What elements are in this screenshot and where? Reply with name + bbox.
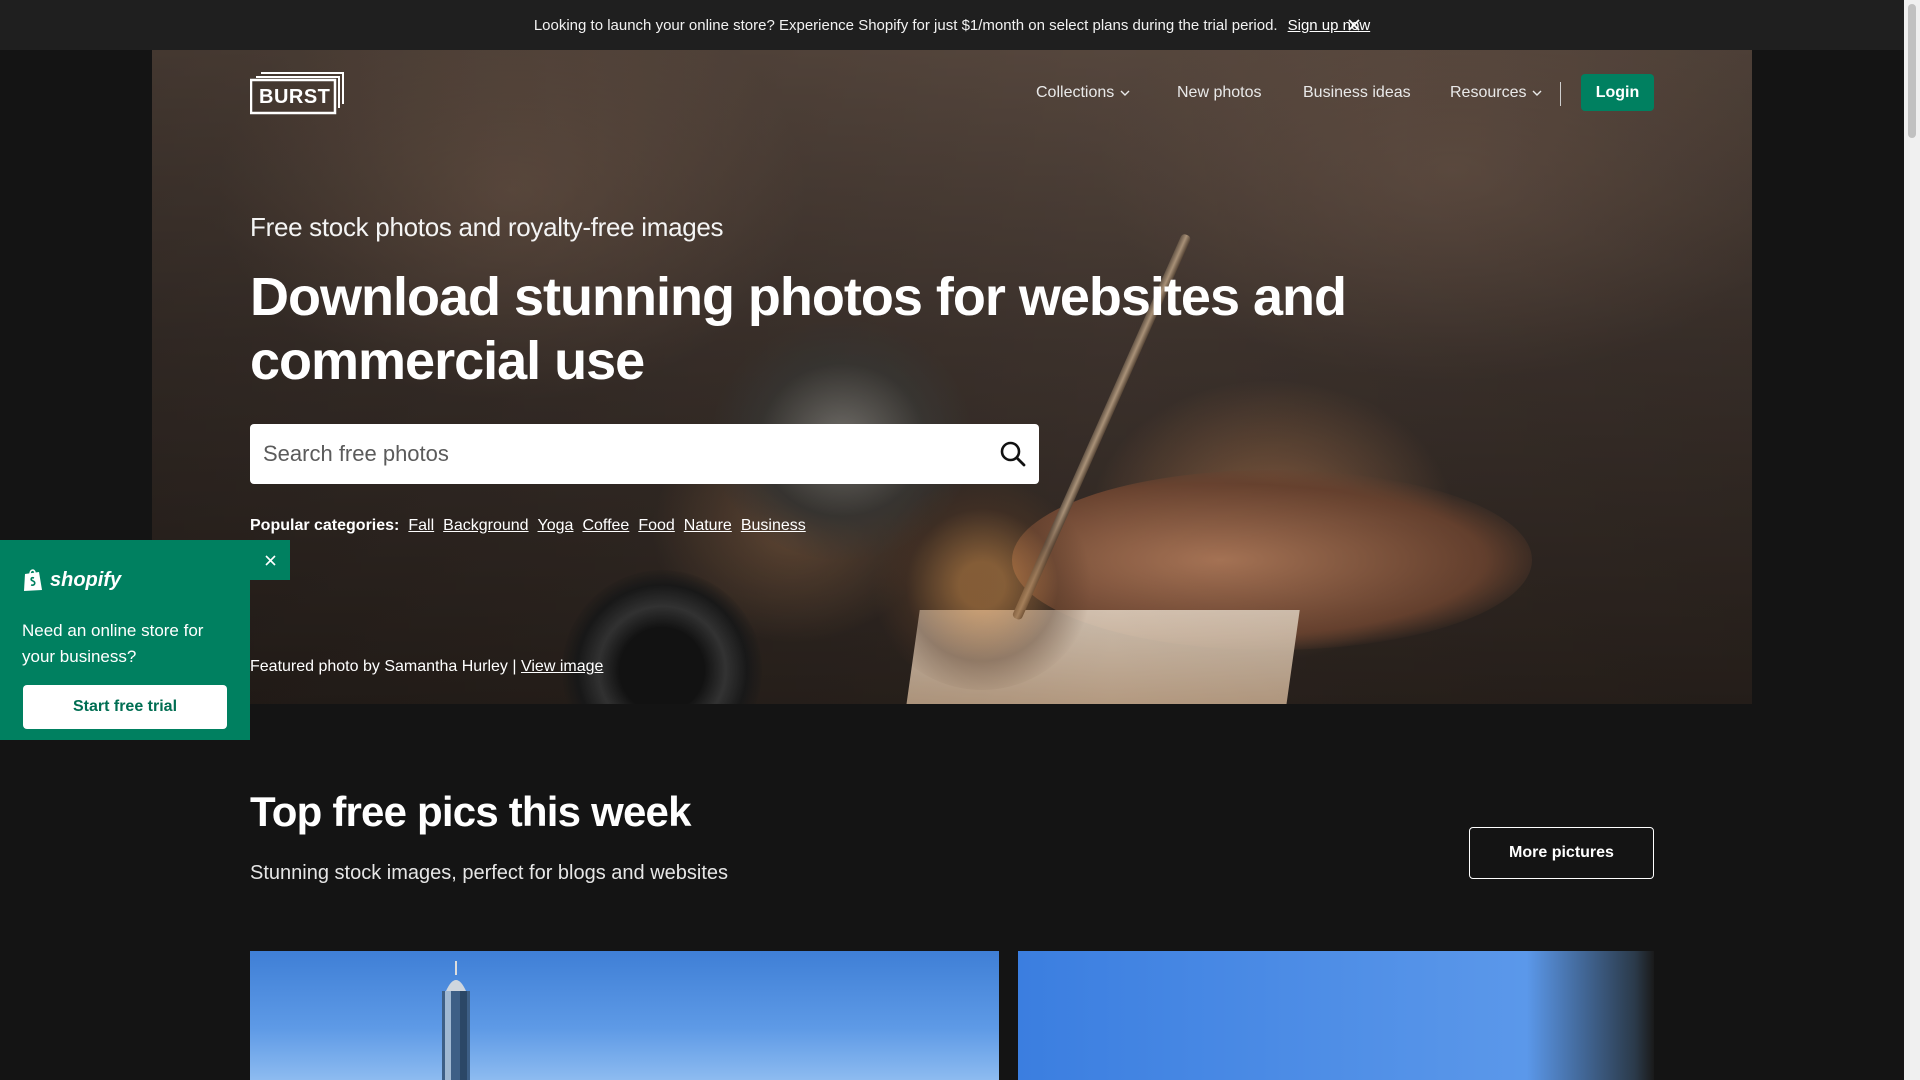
category-link-nature[interactable]: Nature [684,517,732,535]
hero-eyebrow: Free stock photos and royalty-free image… [250,212,724,242]
nav-label: New photos [1177,84,1262,101]
shopify-logo: shopify [22,568,121,592]
announcement-close-icon[interactable] [1344,15,1364,35]
category-link-business[interactable]: Business [741,517,806,535]
announcement-bar: Looking to launch your online store? Exp… [0,0,1904,50]
nav-label: Collections [1036,84,1115,101]
nav-collections[interactable]: Collections [1036,78,1130,108]
category-link-food[interactable]: Food [638,517,674,535]
search-input[interactable] [250,425,950,483]
announcement-text: Looking to launch your online store? Exp… [533,16,1278,34]
section-title: Top free pics this week [250,788,691,835]
popular-categories: Popular categories: Fall Background Yoga… [250,517,806,535]
photo-card[interactable] [1018,951,1654,1080]
shopify-promo: shopify Need an online store for your bu… [0,540,250,740]
page: Looking to launch your online store? Exp… [0,0,1920,1080]
photo-card[interactable] [250,951,999,1080]
chevron-down-icon [1120,90,1130,96]
promo-message: Need an online store for your business? [22,621,204,666]
nav-label: Business ideas [1303,84,1411,101]
category-link-background[interactable]: Background [443,517,528,535]
promo-close-icon[interactable] [250,540,290,580]
view-image-link[interactable]: View image [521,658,603,675]
category-link-fall[interactable]: Fall [408,517,434,535]
shopify-brand-text: shopify [50,568,122,591]
start-free-trial-button[interactable]: Start free trial [23,685,227,729]
scrollbar-thumb[interactable] [1908,4,1916,138]
credit-text: Featured photo by Samantha Hurley | [250,658,517,675]
shopify-bag-icon [24,569,42,591]
photo-credit: Featured photo by Samantha Hurley | View… [250,658,603,676]
section-subtitle: Stunning stock images, perfect for blogs… [250,862,729,884]
category-link-yoga[interactable]: Yoga [538,517,574,535]
nav-divider [1560,82,1561,106]
nav-new-photos[interactable]: New photos [1177,78,1262,108]
search-bar [250,424,1039,484]
hero-headline: Download stunning photos for websites an… [250,267,1347,391]
category-link-coffee[interactable]: Coffee [582,517,629,535]
tower-image [442,961,470,1080]
login-button[interactable]: Login [1581,74,1654,111]
scrollbar[interactable] [1904,0,1920,1080]
nav-label: Resources [1450,84,1527,101]
nav-resources[interactable]: Resources [1450,78,1542,108]
more-pictures-button[interactable]: More pictures [1469,827,1654,879]
categories-label: Popular categories: [250,517,400,534]
nav-business-ideas[interactable]: Business ideas [1303,78,1411,108]
chevron-down-icon [1532,90,1542,96]
search-icon[interactable] [998,439,1028,469]
